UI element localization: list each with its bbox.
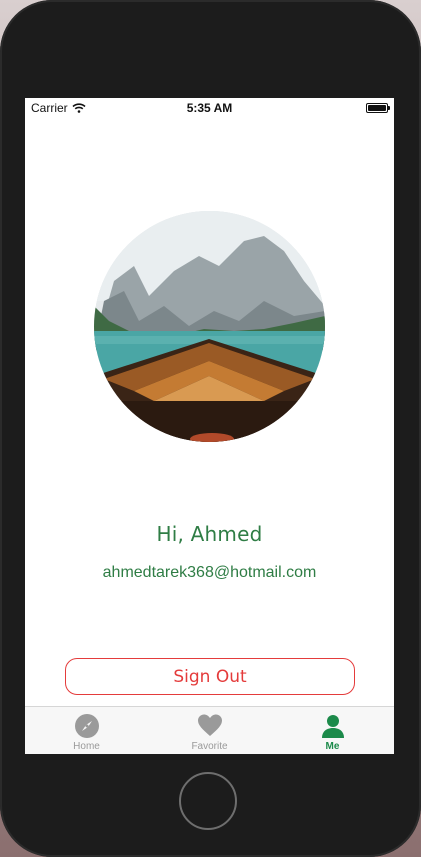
status-left: Carrier [31, 101, 151, 115]
tab-home-label: Home [73, 741, 100, 752]
tab-favorite[interactable]: Favorite [148, 707, 271, 754]
tab-home[interactable]: Home [25, 707, 148, 754]
wifi-icon [72, 103, 86, 113]
avatar-photo [94, 211, 325, 442]
tab-favorite-label: Favorite [191, 741, 228, 752]
compass-icon [74, 714, 99, 738]
app-screen: Carrier 5:35 AM Hi, Ahmed ahmedtarek368@… [25, 98, 394, 754]
home-button[interactable] [179, 772, 237, 830]
greeting-text: Hi, Ahmed [156, 522, 263, 546]
tab-me-label: Me [325, 741, 340, 752]
carrier-label: Carrier [31, 101, 68, 115]
status-time: 5:35 AM [186, 101, 233, 115]
sign-out-button[interactable]: Sign Out [65, 658, 355, 695]
avatar [94, 211, 325, 442]
person-icon [321, 715, 344, 738]
status-bar: Carrier 5:35 AM [25, 98, 394, 118]
email-text: ahmedtarek368@hotmail.com [102, 564, 317, 581]
status-right [268, 103, 390, 113]
tab-me[interactable]: Me [271, 707, 394, 754]
battery-icon [365, 103, 390, 113]
tab-bar: Home Favorite Me [25, 706, 394, 754]
iphone-simulator-frame: Carrier 5:35 AM Hi, Ahmed ahmedtarek368@… [0, 0, 421, 857]
heart-icon [197, 714, 222, 736]
